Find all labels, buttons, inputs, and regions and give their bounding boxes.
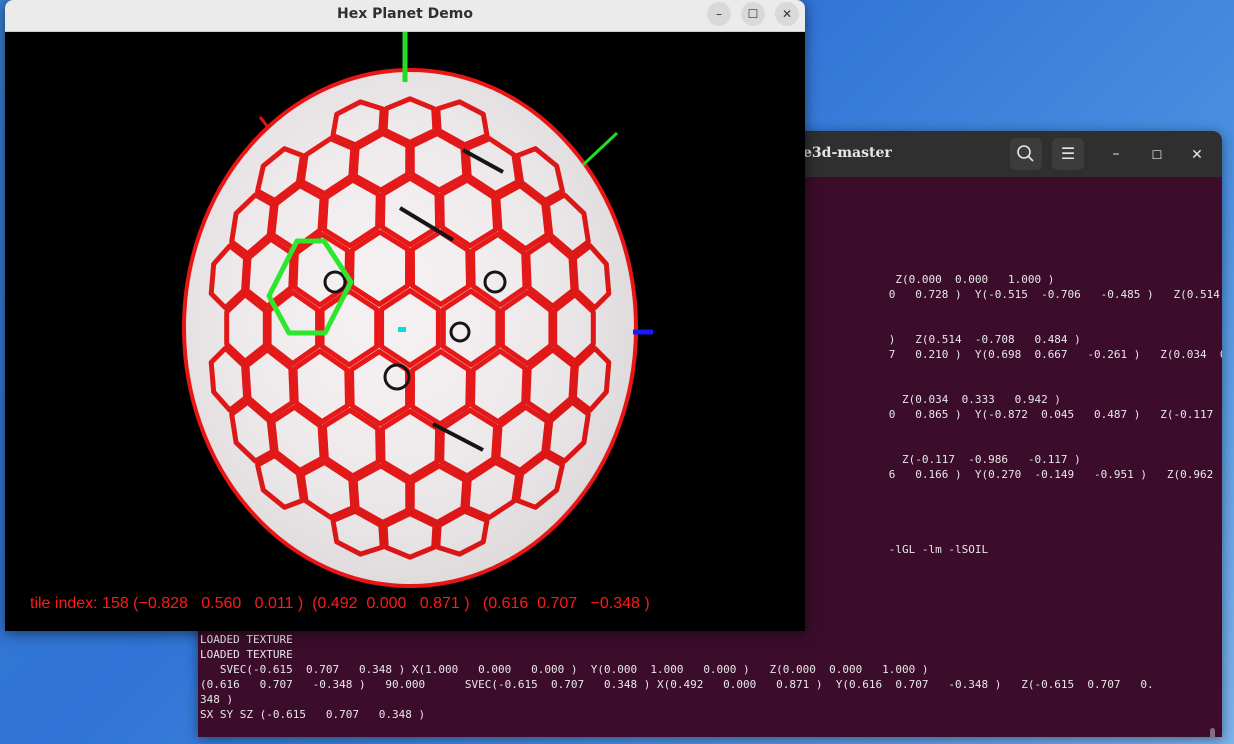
maximize-icon: ☐	[747, 7, 759, 21]
menu-button[interactable]: ☰	[1052, 138, 1084, 170]
tile-index-readout: tile index: 158 (−0.828 0.560 0.011 ) (0…	[30, 595, 650, 612]
x-axis-line	[258, 116, 269, 127]
hex-planet-window: Hex Planet Demo – ☐ ✕ tile index: 158 (−…	[5, 0, 805, 631]
terminal-line: LOADED TEXTURE	[200, 633, 293, 646]
terminal-scrollbar[interactable]	[1210, 728, 1215, 737]
minimize-icon: –	[716, 7, 722, 21]
terminal-line: SX SY SZ (-0.615 0.707 0.348 )	[200, 708, 426, 721]
hamburger-menu-icon: ☰	[1060, 144, 1076, 163]
demo-titlebar[interactable]: Hex Planet Demo – ☐ ✕	[5, 0, 805, 32]
terminal-line: 348 )	[200, 693, 234, 706]
demo-title: Hex Planet Demo	[337, 6, 473, 22]
terminal-maximize-button[interactable]: ☐	[1145, 143, 1169, 167]
demo-close-button[interactable]: ✕	[775, 2, 799, 26]
terminal-close-button[interactable]: ✕	[1185, 143, 1209, 167]
search-icon	[1017, 145, 1034, 162]
hex-planet-sphere	[182, 68, 638, 588]
search-button[interactable]	[1010, 138, 1042, 170]
close-icon: ✕	[1191, 147, 1203, 163]
center-marker	[398, 327, 406, 332]
terminal-title: e3d-master	[803, 145, 892, 161]
planet-viewport[interactable]	[5, 32, 805, 631]
demo-maximize-button[interactable]: ☐	[741, 2, 765, 26]
minimize-icon: –	[1112, 146, 1120, 162]
terminal-line: SVEC(-0.615 0.707 0.348 ) X(1.000 0.000 …	[200, 663, 929, 676]
terminal-minimize-button[interactable]: –	[1104, 143, 1128, 167]
y-axis-diagonal-line	[581, 131, 619, 167]
terminal-line: (0.616 0.707 -0.348 ) 90.000 SVEC(-0.615…	[200, 678, 1154, 691]
maximize-icon: ☐	[1151, 148, 1163, 162]
close-icon: ✕	[781, 7, 793, 21]
terminal-line: LOADED TEXTURE	[200, 648, 293, 661]
demo-minimize-button[interactable]: –	[707, 2, 731, 26]
